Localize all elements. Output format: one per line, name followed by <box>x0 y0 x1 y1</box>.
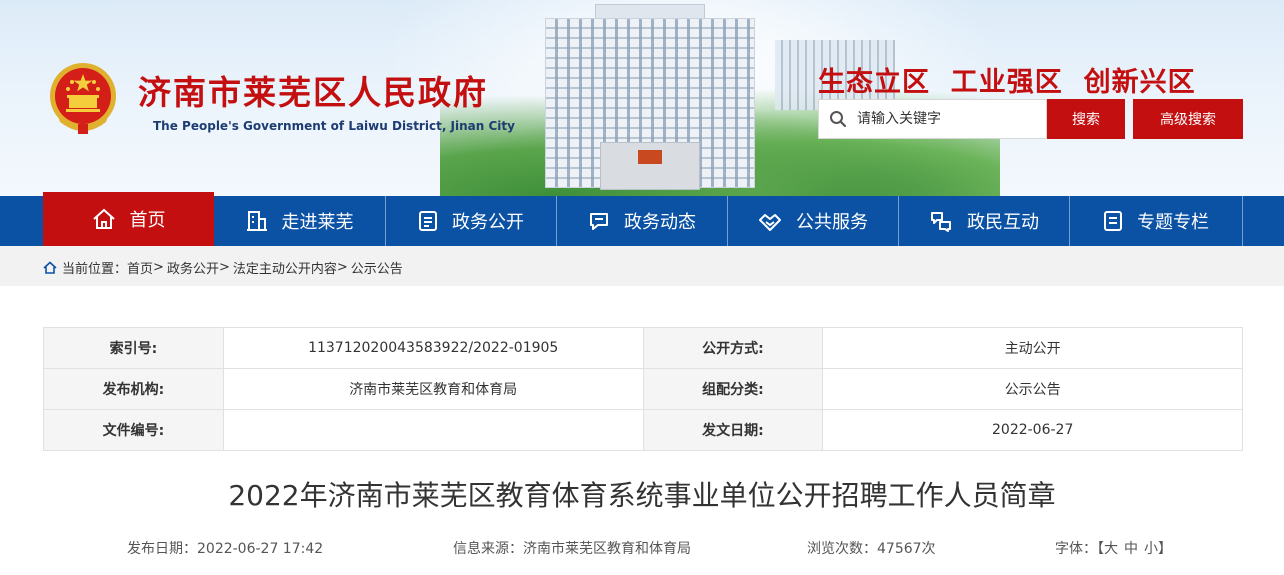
nav-item-special-columns[interactable]: 专题专栏 <box>1069 196 1243 246</box>
info-label: 文件编号: <box>43 409 224 451</box>
nav-item-label: 政务动态 <box>624 212 696 233</box>
info-value: 公示公告 <box>822 368 1243 410</box>
nav-item-label: 专题专栏 <box>1137 212 1209 233</box>
info-source: 信息来源：济南市莱芜区教育和体育局 <box>453 541 691 557</box>
site-title[interactable]: 济南市莱芜区人民政府 <box>138 66 488 114</box>
nav-item-label: 首页 <box>129 210 166 231</box>
info-value: 113712020043583922/2022-01905 <box>222 327 644 369</box>
news-icon <box>590 213 608 230</box>
publish-date: 发布日期：2022-06-27 17:42 <box>127 541 324 557</box>
nav-item-citizen-interaction[interactable]: 政民互动 <box>898 196 1069 246</box>
search-button[interactable]: 搜索 <box>1047 99 1125 139</box>
search-input[interactable] <box>857 111 1042 127</box>
info-value: 2022-06-27 <box>822 409 1243 451</box>
font-size-control: 字体：【 大 中 小 】 <box>1055 538 1172 558</box>
nav-item-gov-affairs-open[interactable]: 政务公开 <box>385 196 556 246</box>
breadcrumb-link[interactable]: 首页 <box>127 258 153 277</box>
home-icon <box>92 208 115 229</box>
info-value: 主动公开 <box>822 327 1243 369</box>
font-size-close: 】 <box>1158 541 1172 557</box>
nav-item-home[interactable]: 首页 <box>43 192 214 246</box>
breadcrumb-prefix: 当前位置： <box>62 262 128 277</box>
breadcrumb-link[interactable]: 法定主动公开内容 <box>233 258 337 277</box>
column-icon <box>1104 211 1122 231</box>
info-label: 公开方式: <box>642 327 824 369</box>
font-size-label: 字体：【 <box>1055 541 1104 557</box>
table-row: 文件编号: 发文日期: 2022-06-27 <box>43 409 1243 451</box>
document-title: 2022年济南市莱芜区教育体育系统事业单位公开招聘工作人员简章 <box>228 479 1056 512</box>
breadcrumb-separator: > <box>218 260 230 275</box>
document-icon <box>419 211 437 231</box>
nav-item-label: 政民互动 <box>967 212 1039 233</box>
nav-item-about-laiwu[interactable]: 走进莱芜 <box>214 196 385 246</box>
nav-item-label: 公共服务 <box>796 212 868 233</box>
breadcrumb-separator: > <box>336 260 348 275</box>
font-size-small-button[interactable]: 小 <box>1144 538 1158 558</box>
table-row: 索引号: 113712020043583922/2022-01905 公开方式:… <box>43 327 1243 369</box>
national-emblem-icon <box>50 63 116 134</box>
building-icon <box>246 211 267 231</box>
site-subtitle: The People's Government of Laiwu Distric… <box>153 119 515 133</box>
home-icon <box>43 261 57 274</box>
header-banner: 济南市莱芜区人民政府 The People's Government of La… <box>0 0 1284 196</box>
font-size-medium-button[interactable]: 中 <box>1124 538 1138 558</box>
document-info-table: 索引号: 113712020043583922/2022-01905 公开方式:… <box>43 327 1243 451</box>
table-row: 发布机构: 济南市莱芜区教育和体育局 组配分类: 公示公告 <box>43 368 1243 410</box>
breadcrumb: 当前位置： 首页 > 政务公开 > 法定主动公开内容 > 公示公告 <box>43 258 403 277</box>
breadcrumb-separator: > <box>153 260 164 275</box>
slogan: 生态立区 工业强区 创新兴区 <box>818 67 1196 98</box>
interaction-icon <box>931 212 951 232</box>
info-label: 发文日期: <box>642 409 824 451</box>
view-count: 浏览次数：47567次 <box>807 541 936 557</box>
search-icon <box>819 99 857 139</box>
nav-item-public-services[interactable]: 公共服务 <box>727 196 898 246</box>
info-label: 发布机构: <box>43 368 224 410</box>
breadcrumb-link[interactable]: 公示公告 <box>351 258 403 277</box>
handshake-icon <box>759 214 781 231</box>
info-label: 索引号: <box>43 327 224 369</box>
nav-item-gov-news[interactable]: 政务动态 <box>556 196 727 246</box>
advanced-search-button[interactable]: 高级搜索 <box>1133 99 1243 139</box>
info-value <box>222 409 644 451</box>
search-box <box>818 99 1047 139</box>
breadcrumb-bar: 当前位置： 首页 > 政务公开 > 法定主动公开内容 > 公示公告 <box>0 246 1284 286</box>
info-value: 济南市莱芜区教育和体育局 <box>222 368 644 410</box>
main-nav: 首页 走进莱芜 政务公开 政务动态 公共服务 政民互动 专题专栏 <box>0 192 1284 246</box>
nav-item-label: 政务公开 <box>452 212 524 233</box>
font-size-large-button[interactable]: 大 <box>1104 538 1118 558</box>
nav-item-label: 走进莱芜 <box>281 212 354 233</box>
breadcrumb-link[interactable]: 政务公开 <box>167 258 219 277</box>
info-label: 组配分类: <box>642 368 824 410</box>
